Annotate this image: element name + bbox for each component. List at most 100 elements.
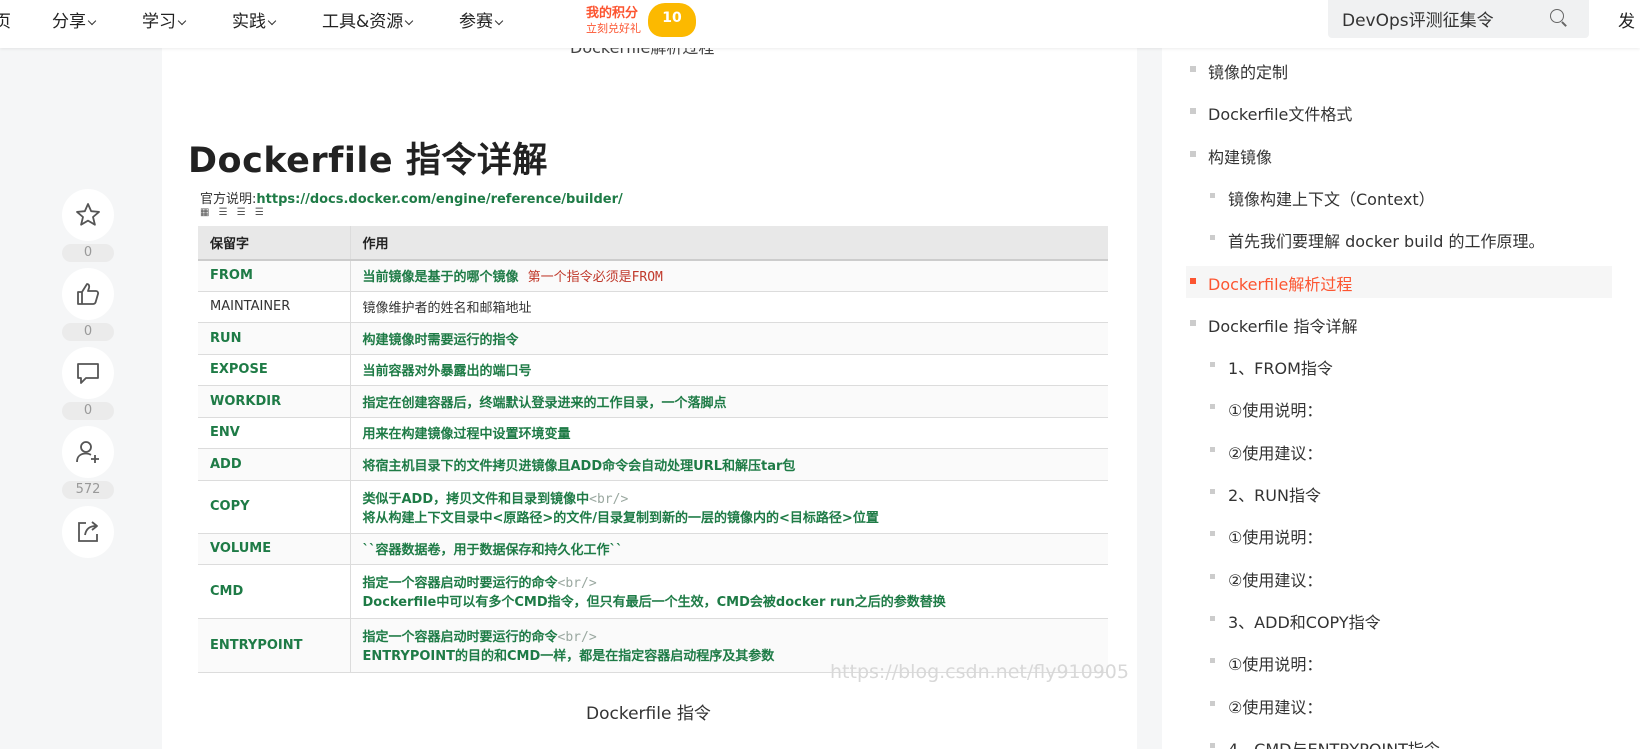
nav-item-label: 工具&资源 xyxy=(322,12,404,32)
nav-item-learn[interactable]: 学习 xyxy=(142,7,187,32)
search-box[interactable]: DevOps评测征集令 xyxy=(1328,0,1589,38)
keyword-cell: ENV xyxy=(198,417,351,449)
keyword-cell: VOLUME xyxy=(198,533,351,565)
bullet-icon xyxy=(1210,701,1215,706)
desc-text: 当前镜像是基于的哪个镜像 xyxy=(362,270,519,286)
bullet-icon xyxy=(1190,320,1196,326)
comment-button[interactable] xyxy=(62,347,114,399)
points-banner[interactable]: 我的积分 立刻兑好礼 10 xyxy=(584,0,696,40)
desc-cell: 当前容器对外暴露出的端口号 xyxy=(350,354,1108,386)
favorite-tool[interactable]: 0 xyxy=(62,189,114,262)
toc-item[interactable]: ①使用说明： xyxy=(1210,397,1322,421)
nav-item-contest[interactable]: 参赛 xyxy=(459,7,504,32)
search-input[interactable]: DevOps评测征集令 xyxy=(1342,6,1494,31)
follow-tool[interactable]: 572 xyxy=(62,426,114,499)
bullet-icon xyxy=(1190,151,1196,157)
user-plus-icon xyxy=(76,441,99,463)
chevron-down-icon xyxy=(494,16,504,26)
bullet-icon xyxy=(1210,489,1215,494)
toc-item[interactable]: 2、RUN指令 xyxy=(1210,482,1321,506)
desc-cell: 将宿主机目录下的文件拷贝进镜像且ADD命令会自动处理URL和解压tar包 xyxy=(350,448,1108,481)
toc-item[interactable]: ①使用说明： xyxy=(1210,524,1323,548)
toc-item-label: Dockerfile文件格式 xyxy=(1208,105,1353,124)
like-button[interactable] xyxy=(62,268,114,320)
toc-item[interactable]: 镜像的定制 xyxy=(1190,59,1288,83)
toc-item[interactable]: ①使用说明： xyxy=(1210,651,1322,675)
nav-item-label: 实践 xyxy=(232,12,266,32)
desc-cell: 用来在构建镜像过程中设置环境变量 xyxy=(350,417,1108,449)
table-row: ADD 将宿主机目录下的文件拷贝进镜像且ADD命令会自动处理URL和解压tar包 xyxy=(198,448,1108,481)
bullet-icon xyxy=(1210,362,1215,367)
toc-item[interactable]: 镜像构建上下文（Context） xyxy=(1210,186,1435,210)
nav-item-practice[interactable]: 实践 xyxy=(232,7,277,32)
desc-text-2: Dockerfile中可以有多个CMD指令，但只有最后一个生效，CMD会被doc… xyxy=(362,595,946,610)
keyword-cell: EXPOSE xyxy=(198,354,351,386)
like-tool[interactable]: 0 xyxy=(62,268,114,341)
points-title: 我的积分 xyxy=(586,6,639,21)
toc-item[interactable]: Dockerfile文件格式 xyxy=(1190,101,1353,125)
toc-item[interactable]: 首先我们要理解 docker build 的工作原理。 xyxy=(1210,228,1544,252)
desc-cell: 构建镜像时需要运行的指令 xyxy=(350,322,1108,355)
share-tool[interactable] xyxy=(62,506,114,558)
keyword-cell: WORKDIR xyxy=(198,385,351,418)
toc-item[interactable]: ②使用建议： xyxy=(1210,694,1322,718)
toc-item-label: 2、RUN指令 xyxy=(1228,486,1321,505)
br-tag: <br/> xyxy=(557,630,597,645)
publish-button[interactable]: 发 xyxy=(1618,7,1635,32)
table-row: FROM 当前镜像是基于的哪个镜像 第一个指令必须是FROM xyxy=(198,260,1108,292)
table-row: ENV 用来在构建镜像过程中设置环境变量 xyxy=(198,417,1108,449)
keyword-cell: CMD xyxy=(198,564,351,619)
desc-text: 指定一个容器启动时要运行的命令 xyxy=(362,630,558,645)
bullet-icon xyxy=(1210,235,1215,240)
toc-item[interactable]: 构建镜像 xyxy=(1190,144,1272,168)
desc-cell: 镜像维护者的姓名和邮箱地址 xyxy=(350,291,1108,323)
toc-item-label: ①使用说明： xyxy=(1228,528,1323,547)
toc-item[interactable]: ②使用建议： xyxy=(1210,567,1323,591)
toc-item-label: Dockerfile解析过程 xyxy=(1208,275,1353,294)
toc-item-label: ②使用建议： xyxy=(1228,444,1323,463)
comment-count: 0 xyxy=(62,402,114,420)
follow-button[interactable] xyxy=(62,426,114,478)
toc-item[interactable]: Dockerfile解析过程 xyxy=(1190,271,1353,295)
official-link[interactable]: https://docs.docker.com/engine/reference… xyxy=(256,192,622,207)
keyword-cell: ENTRYPOINT xyxy=(198,618,351,673)
toc-item[interactable]: 4、CMD与ENTRYPOINT指令 xyxy=(1210,736,1440,749)
format-icons: ▦ ☰ ☰ ☰ xyxy=(200,207,267,218)
toc-item-label: ②使用建议： xyxy=(1228,571,1323,590)
nav-item-share[interactable]: 分享 xyxy=(52,7,97,32)
table-header-row: 保留字 作用 xyxy=(198,226,1108,261)
keyword-cell: COPY xyxy=(198,480,351,534)
nav-item-tools[interactable]: 工具&资源 xyxy=(322,7,414,32)
comment-tool[interactable]: 0 xyxy=(62,347,114,420)
table-row: RUN 构建镜像时需要运行的指令 xyxy=(198,322,1108,355)
points-cloud-icon: 10 xyxy=(648,3,696,37)
toc-item[interactable]: ②使用建议： xyxy=(1210,440,1323,464)
toc-item[interactable]: 1、FROM指令 xyxy=(1210,355,1333,379)
keyword-cell: MAINTAINER xyxy=(198,291,351,323)
bullet-icon xyxy=(1190,278,1196,284)
chevron-down-icon xyxy=(405,16,414,26)
toc-item[interactable]: 3、ADD和COPY指令 xyxy=(1210,609,1381,633)
table-row: COPY 类似于ADD，拷贝文件和目录到镜像中<br/> 将从构建上下文目录中<原… xyxy=(198,480,1108,534)
bullet-icon xyxy=(1190,66,1196,72)
toc-item[interactable]: Dockerfile 指令详解 xyxy=(1190,313,1358,337)
search-icon[interactable] xyxy=(1550,9,1564,23)
favorite-button[interactable] xyxy=(62,189,114,241)
nav-item-label: 参赛 xyxy=(459,12,493,32)
desc-cell: 当前镜像是基于的哪个镜像 第一个指令必须是FROM xyxy=(350,260,1108,292)
favorite-count: 0 xyxy=(62,244,114,262)
bullet-icon xyxy=(1210,574,1215,579)
column-header: 作用 xyxy=(350,226,1108,261)
bullet-icon xyxy=(1210,743,1215,748)
image-caption: Dockerfile 指令 xyxy=(586,704,711,724)
nav-item-home[interactable]: 页 xyxy=(0,7,11,32)
chevron-down-icon xyxy=(267,16,277,26)
table-row: WORKDIR 指定在创建容器后，终端默认登录进来的工作目录，一个落脚点 xyxy=(198,385,1108,418)
br-tag: <br/> xyxy=(589,491,629,507)
table-row: VOLUME ``容器数据卷，用于数据保存和持久化工作`` xyxy=(198,533,1108,565)
bullet-icon xyxy=(1210,404,1215,409)
toc-item-label: Dockerfile 指令详解 xyxy=(1208,317,1358,336)
desc-text-2: ENTRYPOINT的目的和CMD一样，都是在指定容器启动程序及其参数 xyxy=(362,649,775,664)
share-button[interactable] xyxy=(62,506,114,558)
official-note: 官方说明:https://docs.docker.com/engine/refe… xyxy=(200,188,623,207)
